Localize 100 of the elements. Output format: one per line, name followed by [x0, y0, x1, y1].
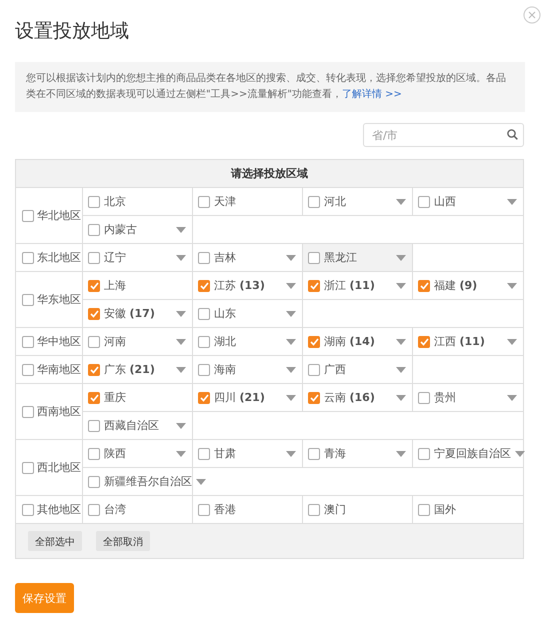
checkbox[interactable] — [22, 210, 34, 222]
caret-icon[interactable] — [286, 394, 296, 400]
footer-button[interactable]: 全部取消 — [96, 531, 150, 551]
caret-icon[interactable] — [396, 366, 406, 372]
checkbox[interactable] — [88, 448, 100, 460]
checkbox[interactable] — [22, 364, 34, 376]
learn-more-link[interactable]: 了解详情 >> — [342, 89, 402, 100]
province-cell[interactable]: 青海 — [303, 440, 413, 467]
caret-icon[interactable] — [286, 338, 296, 344]
caret-icon[interactable] — [507, 198, 517, 204]
caret-icon[interactable] — [286, 254, 296, 260]
province-cell[interactable]: 甘肃 — [193, 440, 303, 467]
province-cell[interactable]: 黑龙江 — [303, 244, 413, 271]
province-cell[interactable]: 内蒙古 — [83, 216, 193, 243]
checkbox[interactable] — [88, 224, 100, 236]
province-cell[interactable]: 海南 — [193, 356, 303, 383]
checkbox[interactable] — [198, 364, 210, 376]
province-cell[interactable]: 陕西 — [83, 440, 193, 467]
province-cell[interactable]: 福建 (9) — [413, 272, 523, 299]
checkbox[interactable] — [88, 364, 100, 376]
province-cell[interactable]: 山东 — [193, 300, 303, 327]
checkbox[interactable] — [198, 280, 210, 292]
province-cell[interactable]: 天津 — [193, 188, 303, 215]
checkbox[interactable] — [418, 280, 430, 292]
checkbox[interactable] — [198, 196, 210, 208]
province-cell[interactable]: 上海 — [83, 272, 193, 299]
search-field[interactable]: 省/市 — [363, 123, 524, 147]
caret-icon[interactable] — [507, 338, 517, 344]
caret-icon[interactable] — [286, 310, 296, 316]
province-cell[interactable]: 湖北 — [193, 328, 303, 355]
province-cell[interactable]: 江西 (11) — [413, 328, 523, 355]
checkbox[interactable] — [418, 196, 430, 208]
caret-icon[interactable] — [396, 450, 406, 456]
province-cell[interactable]: 澳门 — [303, 496, 413, 523]
caret-icon[interactable] — [196, 478, 206, 484]
province-cell[interactable]: 浙江 (11) — [303, 272, 413, 299]
checkbox[interactable] — [308, 448, 320, 460]
province-cell[interactable]: 贵州 — [413, 384, 523, 411]
checkbox[interactable] — [88, 336, 100, 348]
checkbox[interactable] — [418, 504, 430, 516]
checkbox[interactable] — [88, 252, 100, 264]
checkbox[interactable] — [308, 364, 320, 376]
province-cell[interactable]: 湖南 (14) — [303, 328, 413, 355]
checkbox[interactable] — [88, 308, 100, 320]
caret-icon[interactable] — [396, 338, 406, 344]
caret-icon[interactable] — [286, 450, 296, 456]
caret-icon[interactable] — [176, 422, 186, 428]
province-cell[interactable]: 河南 — [83, 328, 193, 355]
province-cell[interactable]: 山西 — [413, 188, 523, 215]
caret-icon[interactable] — [176, 338, 186, 344]
checkbox[interactable] — [198, 336, 210, 348]
province-cell[interactable]: 重庆 — [83, 384, 193, 411]
province-cell[interactable]: 北京 — [83, 188, 193, 215]
search-icon[interactable] — [507, 129, 518, 140]
checkbox[interactable] — [88, 420, 100, 432]
caret-icon[interactable] — [286, 366, 296, 372]
checkbox[interactable] — [198, 448, 210, 460]
province-cell[interactable]: 河北 — [303, 188, 413, 215]
checkbox[interactable] — [198, 504, 210, 516]
checkbox[interactable] — [418, 448, 430, 460]
caret-icon[interactable] — [176, 254, 186, 260]
checkbox[interactable] — [88, 476, 100, 488]
footer-button[interactable]: 全部选中 — [28, 531, 82, 551]
checkbox[interactable] — [308, 392, 320, 404]
province-cell[interactable]: 辽宁 — [83, 244, 193, 271]
caret-icon[interactable] — [507, 282, 517, 288]
checkbox[interactable] — [308, 504, 320, 516]
province-cell[interactable]: 香港 — [193, 496, 303, 523]
checkbox[interactable] — [308, 280, 320, 292]
checkbox[interactable] — [22, 252, 34, 264]
checkbox[interactable] — [198, 392, 210, 404]
province-cell[interactable]: 广西 — [303, 356, 413, 383]
caret-icon[interactable] — [396, 282, 406, 288]
checkbox[interactable] — [88, 392, 100, 404]
province-cell[interactable]: 新疆维吾尔自治区 — [83, 468, 193, 495]
checkbox[interactable] — [22, 462, 34, 474]
province-cell[interactable]: 台湾 — [83, 496, 193, 523]
caret-icon[interactable] — [515, 450, 525, 456]
checkbox[interactable] — [22, 406, 34, 418]
province-cell[interactable]: 江苏 (13) — [193, 272, 303, 299]
province-cell[interactable]: 广东 (21) — [83, 356, 193, 383]
province-cell[interactable]: 云南 (16) — [303, 384, 413, 411]
caret-icon[interactable] — [176, 450, 186, 456]
caret-icon[interactable] — [286, 282, 296, 288]
province-cell[interactable]: 国外 — [413, 496, 523, 523]
province-cell[interactable]: 西藏自治区 — [83, 412, 193, 439]
checkbox[interactable] — [418, 336, 430, 348]
caret-icon[interactable] — [396, 198, 406, 204]
checkbox[interactable] — [308, 252, 320, 264]
caret-icon[interactable] — [176, 226, 186, 232]
province-cell[interactable]: 四川 (21) — [193, 384, 303, 411]
caret-icon[interactable] — [507, 394, 517, 400]
checkbox[interactable] — [22, 294, 34, 306]
checkbox[interactable] — [198, 252, 210, 264]
checkbox[interactable] — [88, 504, 100, 516]
checkbox[interactable] — [22, 336, 34, 348]
close-icon[interactable] — [523, 6, 541, 24]
caret-icon[interactable] — [396, 254, 406, 260]
province-cell[interactable]: 安徽 (17) — [83, 300, 193, 327]
checkbox[interactable] — [308, 196, 320, 208]
